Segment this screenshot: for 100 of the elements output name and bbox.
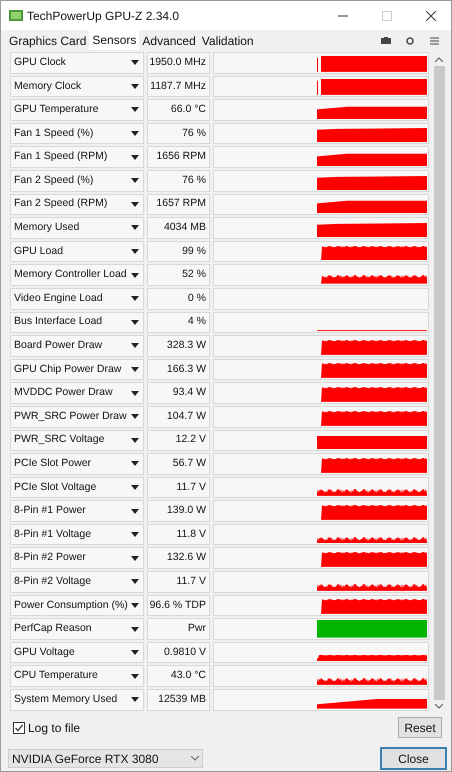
sensor-select[interactable]: Fan 1 Speed (RPM) — [10, 146, 144, 168]
caret-icon — [131, 296, 139, 302]
sensor-value: 52 % — [147, 264, 210, 286]
sensor-select[interactable]: PCIe Slot Power — [10, 453, 144, 475]
caret-icon — [131, 414, 139, 420]
caret-icon — [131, 272, 139, 278]
sensor-value: 76 % — [147, 170, 210, 192]
sensor-select[interactable]: GPU Clock — [10, 52, 144, 74]
sensor-value: 166.3 W — [147, 358, 210, 380]
sensor-select[interactable]: PWR_SRC Voltage — [10, 430, 144, 452]
caret-icon — [131, 484, 139, 490]
tab[interactable]: Validation — [198, 32, 257, 50]
caret-icon — [131, 84, 139, 89]
sensor-select[interactable]: Fan 1 Speed (%) — [10, 122, 144, 144]
camera-icon[interactable] — [381, 37, 391, 44]
sensor-value: 99 % — [147, 240, 210, 262]
sensor-select[interactable]: GPU Load — [10, 240, 144, 262]
sensor-select[interactable]: 8-Pin #2 Power — [10, 547, 144, 570]
caret-icon — [131, 343, 139, 348]
caret-icon — [131, 131, 139, 136]
checkbox[interactable] — [13, 722, 25, 734]
caret-icon — [131, 602, 139, 608]
caret-icon — [131, 107, 139, 112]
sensor-select[interactable]: 8-Pin #2 Voltage — [10, 571, 144, 593]
scroll-thumb[interactable] — [434, 66, 444, 700]
sensor-value: 1656 RPM — [147, 146, 210, 168]
caret-icon — [131, 508, 139, 514]
caret-icon — [131, 320, 139, 325]
scroll-up-icon[interactable] — [435, 57, 443, 62]
caret-icon — [131, 461, 139, 466]
sensor-value: 1950.0 MHz — [147, 52, 210, 74]
sensor-value: 11.7 V — [147, 476, 210, 498]
sensor-select[interactable]: 8-Pin #1 Voltage — [10, 524, 144, 546]
sensor-select[interactable]: 8-Pin #1 Power — [10, 500, 144, 522]
sensor-value: 76 % — [147, 122, 210, 144]
close-button[interactable]: Close — [380, 747, 447, 770]
caret-icon — [131, 626, 139, 632]
sensor-value: 328.3 W — [147, 335, 210, 357]
tab[interactable]: Sensors — [89, 30, 140, 50]
scroll-down-icon[interactable] — [435, 704, 443, 709]
sensor-select[interactable]: Bus Interface Load — [10, 312, 144, 334]
caret-icon — [131, 674, 139, 679]
sensor-value: 0.9810 V — [147, 642, 210, 664]
sensor-select[interactable]: MVDDC Power Draw — [10, 382, 144, 404]
caret-icon — [131, 650, 139, 656]
sensor-value: 1187.7 MHz — [147, 76, 210, 98]
caret-icon — [131, 579, 139, 584]
sensor-select[interactable]: GPU Chip Power Draw — [10, 358, 144, 380]
sensor-select[interactable]: GPU Voltage — [10, 642, 144, 664]
sensor-value: 12.2 V — [147, 430, 210, 452]
sensor-select[interactable]: PCIe Slot Voltage — [10, 476, 144, 498]
caret-icon — [131, 178, 139, 184]
sensor-value: 96.6 % TDP — [147, 594, 210, 616]
caret-icon — [131, 60, 139, 66]
sensor-value: 93.4 W — [147, 382, 210, 404]
sensor-select[interactable]: Memory Clock — [10, 76, 144, 98]
sensor-select[interactable]: Video Engine Load — [10, 288, 144, 310]
sensor-value: Pwr — [147, 618, 210, 640]
close-icon[interactable] — [426, 10, 436, 20]
sensor-value: 12539 MB — [147, 689, 210, 711]
menu-icon[interactable] — [430, 37, 439, 45]
reset-button[interactable]: Reset — [398, 717, 442, 738]
sensor-value: 43.0 °C — [147, 665, 210, 688]
caret-icon — [131, 202, 139, 207]
sensor-select[interactable]: CPU Temperature — [10, 665, 144, 688]
sensor-value: 66.0 °C — [147, 99, 210, 121]
sensor-value: 4034 MB — [147, 217, 210, 239]
sensor-select[interactable]: Board Power Draw — [10, 335, 144, 357]
sensor-value: 4 % — [147, 312, 210, 334]
sensor-select[interactable]: Fan 2 Speed (RPM) — [10, 194, 144, 216]
tab[interactable]: Graphics Card — [6, 32, 90, 50]
caret-icon — [131, 556, 139, 561]
sensor-select[interactable]: Fan 2 Speed (%) — [10, 170, 144, 192]
sensor-value: 104.7 W — [147, 406, 210, 428]
sensor-value: 56.7 W — [147, 453, 210, 475]
sensor-value: 11.7 V — [147, 571, 210, 593]
caret-icon — [131, 532, 139, 538]
device-select[interactable]: NVIDIA GeForce RTX 3080 — [8, 749, 203, 768]
sensor-select[interactable]: GPU Temperature — [10, 99, 144, 121]
sensor-value: 11.8 V — [147, 524, 210, 546]
sensor-select[interactable]: System Memory Used — [10, 689, 144, 711]
tab[interactable]: Advanced — [139, 32, 199, 50]
sensor-value: 139.0 W — [147, 500, 210, 522]
sensor-select[interactable]: Memory Used — [10, 217, 144, 239]
sensor-select[interactable]: Power Consumption (%) — [10, 594, 144, 616]
chevron-icon — [191, 756, 199, 761]
sensor-value: 132.6 W — [147, 547, 210, 570]
window-title: TechPowerUp GPU-Z 2.34.0 — [27, 8, 180, 24]
caret-icon — [131, 154, 139, 160]
caret-icon — [131, 438, 139, 443]
caret-icon — [131, 367, 139, 372]
caret-icon — [131, 249, 139, 254]
sensor-value: 0 % — [147, 288, 210, 310]
sensor-select[interactable]: Memory Controller Load — [10, 264, 144, 286]
app-icon — [9, 10, 23, 21]
checkbox-label: Log to file — [28, 720, 80, 736]
sensor-select[interactable]: PWR_SRC Power Draw — [10, 406, 144, 428]
sensor-select[interactable]: PerfCap Reason — [10, 618, 144, 640]
sensor-value: 1657 RPM — [147, 194, 210, 216]
caret-icon — [131, 697, 139, 702]
